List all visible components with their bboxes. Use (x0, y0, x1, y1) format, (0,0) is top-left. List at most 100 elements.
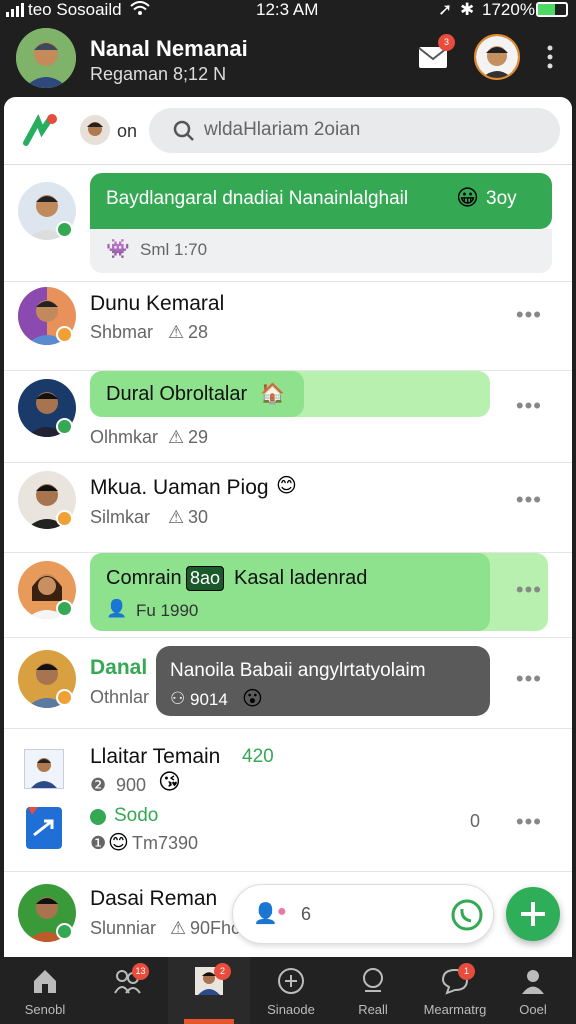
home-icon (34, 970, 56, 993)
online-badge (56, 418, 73, 435)
emoji-icon: 😊 (276, 475, 297, 497)
nav-add[interactable]: Sinaode (250, 957, 332, 1024)
online-badge (56, 923, 73, 940)
more-options-icon[interactable]: ••• (516, 302, 542, 328)
chat-item[interactable]: Mkua. Uaman Piog 😊 Silmkar ⚠ 30 ••• (4, 463, 572, 553)
more-options-icon[interactable]: ••• (516, 577, 542, 603)
nav-people[interactable]: 13 (86, 957, 168, 1024)
more-options-icon[interactable]: ••• (516, 666, 542, 692)
message-meta: Fu 1990 (136, 601, 199, 620)
profile-avatar[interactable] (16, 28, 76, 88)
emoji-icon: 😮 (242, 688, 263, 710)
nav-label: Senobl (24, 1002, 66, 1017)
contact-count: 420 (242, 746, 274, 767)
nav-badge: 2 (214, 963, 231, 980)
nav-profile[interactable]: 2 (168, 957, 250, 1024)
status-badge (56, 689, 73, 706)
header-name: Nanal Nemanai (90, 36, 248, 61)
message-text: Dural Obroltalar (106, 383, 248, 405)
tooltip: Nanoila Babaii angylrtatyolaim ⚇ 9014 😮 (156, 646, 490, 716)
phone-icon[interactable] (451, 899, 483, 931)
nav-label: Sinaode (267, 1002, 315, 1017)
message-text-start: Comrain (106, 567, 182, 589)
lock-icon: ⚠ (168, 322, 185, 342)
active-indicator (184, 1019, 234, 1024)
nav-label: Ooel (519, 1002, 547, 1017)
message-bubble: Dural Obroltalar 🏠 (90, 371, 304, 417)
add-circle-icon (278, 968, 304, 994)
bottom-nav: Senobl 13 2 Sinaode Reall 1 Mearmatrg Oo… (0, 957, 576, 1024)
avatar-icon: 👤 (253, 903, 278, 925)
battery-percent: 1720% (482, 0, 535, 19)
online-badge (56, 600, 73, 617)
nav-search[interactable]: Reall (332, 957, 414, 1024)
tooltip-icon: ⚇ (170, 689, 186, 708)
lock-icon: ⚠ (170, 918, 187, 938)
message-text: Baydlangaral dnadiai Nanainlalghail (106, 188, 409, 209)
sender-avatar-icon: 👤 (106, 599, 128, 618)
chat-item[interactable]: Comrain 8ao Kasal ladenrad 👤 Fu 1990 ••• (4, 553, 572, 638)
contact-name: Danal (90, 656, 148, 679)
more-options-icon[interactable]: ••• (516, 809, 542, 835)
search-input[interactable]: wldaHlariam 2oian (149, 108, 560, 153)
contact-status: Othnlar (90, 687, 150, 707)
search-icon (363, 968, 383, 992)
contact-name: Dunu Kemaral (90, 292, 225, 315)
info-icon: ❷ (90, 775, 107, 795)
wifi-icon (130, 1, 150, 15)
message-bubble: Comrain 8ao Kasal ladenrad 👤 Fu 1990 (90, 553, 490, 631)
more-options-icon[interactable]: ••• (516, 487, 542, 513)
nav-messages[interactable]: 1 Mearmatrg (414, 957, 496, 1024)
chat-item[interactable]: Dunu Kemaral Shbmar ⚠ 28 ••• (4, 282, 572, 371)
message-bubble: Baydlangaral dnadiai Nanainlalghail 😀 3o… (90, 173, 552, 229)
nav-label: Reall (358, 1002, 388, 1017)
nav-home[interactable]: Senobl (4, 957, 86, 1024)
status-badge (56, 510, 73, 527)
compose-count: 6 (301, 904, 312, 924)
new-chat-button[interactable] (506, 887, 560, 941)
nav-account[interactable]: Ooel (492, 957, 574, 1024)
status-bar: teo Sosoaild 12:3 AM ➚ ✱ 1720% (0, 0, 576, 22)
mail-button[interactable]: 3 (418, 34, 455, 70)
emoji-icon: 😀 (456, 185, 479, 210)
more-options-icon[interactable]: ••• (516, 393, 542, 419)
search-avatar[interactable] (80, 115, 110, 145)
app-header: Nanal Nemanai Regaman 8;12 N 3 (0, 22, 576, 98)
nav-badge: 13 (132, 963, 149, 980)
contact-name: Llaitar Temain (90, 745, 221, 768)
contact-avatar (24, 749, 64, 789)
person-icon (522, 970, 544, 994)
lock-icon: ⚠ (168, 507, 185, 527)
app-logo-icon[interactable] (22, 113, 58, 147)
line-two: Sodo (114, 805, 159, 826)
info-icon: ❶ (90, 833, 107, 853)
contact-count: 29 (188, 427, 209, 447)
message-tag: 8ao (186, 566, 225, 591)
search-on-label: on (117, 121, 138, 141)
bluetooth-icon: ✱ (460, 0, 475, 19)
signal-icon (6, 3, 24, 17)
battery-icon (536, 2, 568, 17)
compose-bar[interactable]: 👤 ● 6 (232, 884, 494, 944)
chat-item[interactable]: Llaitar Temain 420 ❷ 900 😘 Sodo ❶ 😊 Tm73… (4, 729, 572, 872)
chat-item[interactable]: Dasai Reman Slunniar ⚠ 90Fhc 👤 ● 6 (4, 872, 572, 957)
lock-icon: ⚠ (168, 427, 185, 447)
line-one: 900 (116, 775, 147, 795)
chat-item[interactable]: Baydlangaral dnadiai Nanainlalghail 😀 3o… (4, 165, 572, 282)
chat-item[interactable]: Danal Othnlar Nanoila Babaii angylrtatyo… (4, 638, 572, 729)
contact-name: Dasai Reman (90, 887, 218, 910)
message-suffix: 3oy (486, 188, 517, 209)
header-avatar[interactable] (474, 34, 520, 80)
contact-count: 30 (188, 507, 209, 527)
location-icon: ➚ (438, 0, 453, 19)
check-icon (90, 809, 106, 825)
emoji-icon: 😘 (158, 769, 181, 794)
search-row: on wldaHlariam 2oian (4, 97, 572, 165)
mail-badge: 3 (438, 34, 455, 51)
online-badge (56, 221, 73, 238)
message-text-end: Kasal ladenrad (234, 567, 368, 589)
overflow-menu-icon[interactable] (546, 44, 554, 70)
chat-item[interactable]: Dural Obroltalar 🏠 Olhmkar ⚠ 29 ••• (4, 371, 572, 463)
chat-list-panel: on wldaHlariam 2oian Baydlangaral dnadia… (4, 97, 572, 957)
tooltip-text: Nanoila Babaii angylrtatyolaim (170, 660, 426, 681)
